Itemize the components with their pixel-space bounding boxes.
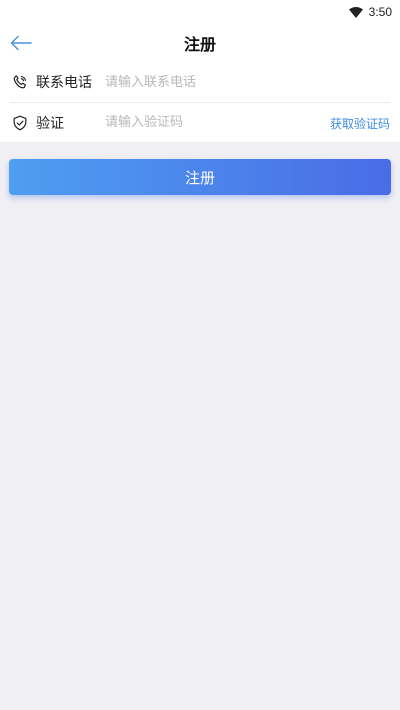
register-button[interactable]: 注册	[9, 159, 391, 195]
shield-check-icon	[10, 113, 30, 133]
wifi-icon	[348, 6, 363, 18]
code-input[interactable]	[105, 115, 315, 130]
phone-icon	[10, 72, 30, 92]
status-time: 3:50	[368, 5, 392, 19]
status-bar: 3:50	[0, 0, 400, 24]
page-title: 注册	[183, 35, 216, 54]
register-screen: 3:50 注册 联系电话 请输入联系电话 验证 请输入验证码 获取验证码 注册	[0, 0, 400, 710]
phone-row: 联系电话	[10, 62, 390, 102]
get-code-button[interactable]: 获取验证码	[330, 103, 390, 143]
app-header: 注册	[0, 24, 400, 62]
back-arrow-icon[interactable]	[6, 28, 36, 58]
code-label: 验证	[36, 115, 64, 132]
register-form: 联系电话 验证 获取验证码	[0, 62, 400, 142]
phone-label: 联系电话	[36, 75, 92, 91]
phone-input[interactable]	[105, 74, 315, 90]
code-row: 验证 获取验证码	[10, 102, 390, 142]
